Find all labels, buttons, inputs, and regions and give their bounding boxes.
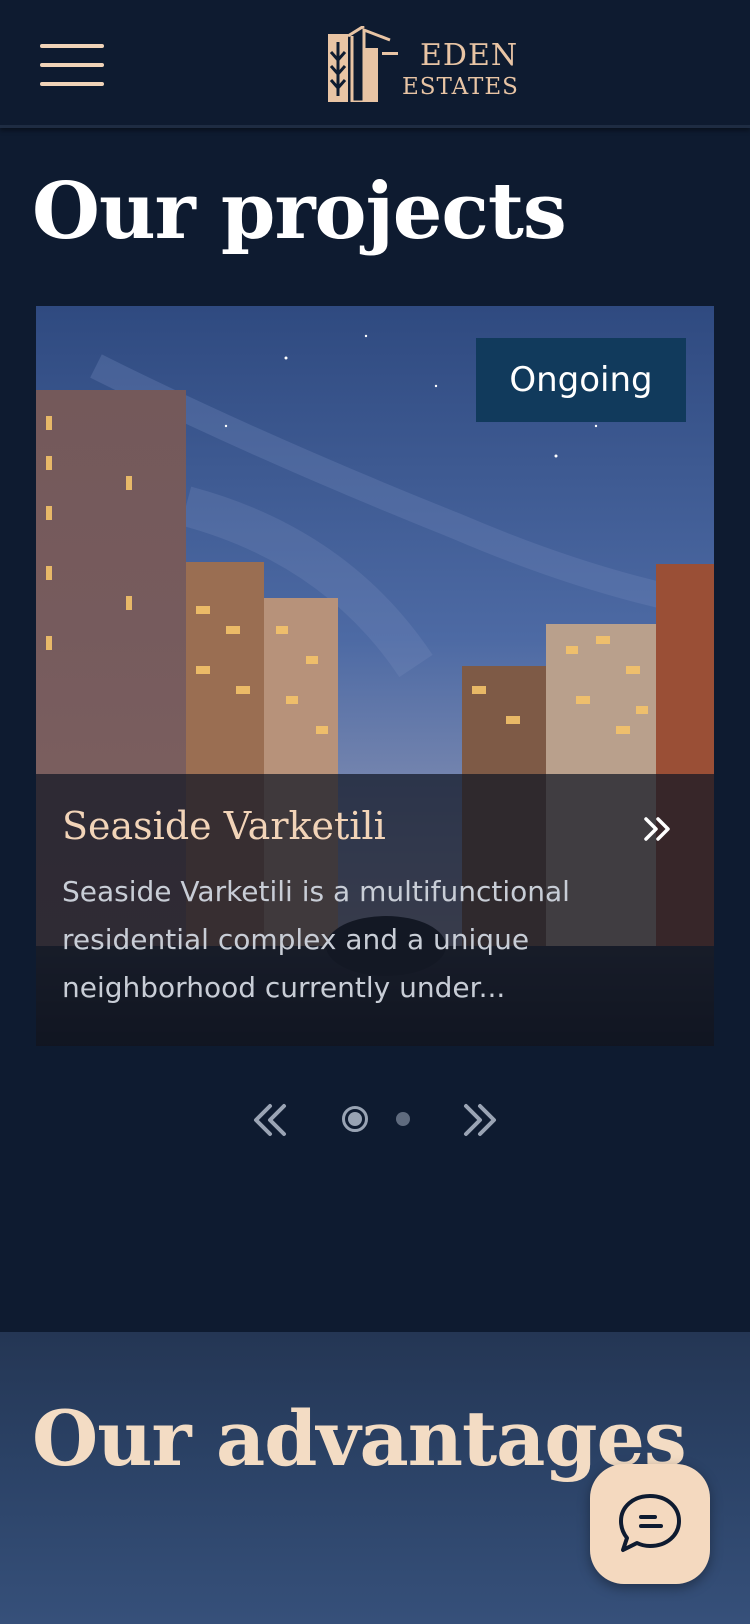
double-chevron-left-icon[interactable]: [250, 1102, 290, 1138]
project-title[interactable]: Seaside Varketili: [62, 804, 386, 848]
page: EDEN ESTATES Our projects Ongoing Seasid…: [0, 0, 750, 1624]
project-card[interactable]: Ongoing Seaside Varketili Seaside Varket…: [36, 306, 714, 1046]
chat-bubble-icon: [619, 1494, 681, 1552]
project-card-info: Seaside Varketili Seaside Varketili is a…: [36, 774, 714, 1046]
projects-heading: Our projects: [32, 166, 567, 257]
status-badge: Ongoing: [476, 338, 686, 422]
double-chevron-right-icon[interactable]: [642, 812, 676, 846]
double-chevron-right-icon[interactable]: [460, 1102, 500, 1138]
carousel-dot-active[interactable]: [342, 1106, 368, 1132]
brand-name: EDEN: [420, 38, 519, 73]
advantages-heading: Our advantages: [32, 1394, 687, 1483]
project-description: Seaside Varketili is a multifunctional r…: [62, 875, 570, 1004]
building-logo-icon: [328, 26, 398, 102]
brand-subname: ESTATES: [402, 74, 519, 100]
site-header: EDEN ESTATES: [0, 0, 750, 128]
chat-button[interactable]: [590, 1464, 710, 1584]
carousel-dot[interactable]: [396, 1112, 410, 1126]
brand-logo[interactable]: EDEN ESTATES: [328, 26, 518, 104]
hamburger-menu-icon[interactable]: [40, 44, 104, 86]
